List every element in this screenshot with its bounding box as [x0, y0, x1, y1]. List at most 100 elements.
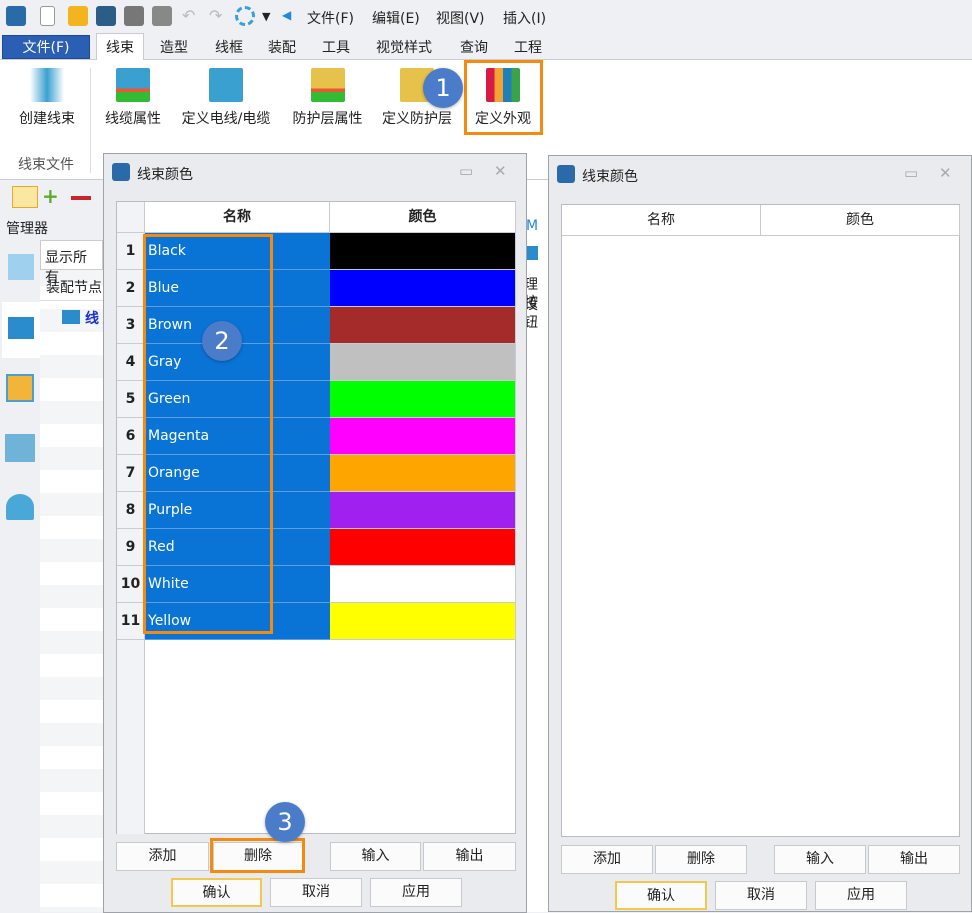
button-label: 线缆属性	[105, 111, 161, 127]
row-number[interactable]: 6	[117, 418, 145, 455]
import-button[interactable]: 输入	[330, 842, 421, 871]
divider	[40, 300, 103, 301]
add-button[interactable]: 添加	[561, 845, 653, 874]
ok-button[interactable]: 确认	[615, 881, 707, 910]
close-icon[interactable]: ✕	[494, 162, 507, 180]
color-swatch-cell[interactable]	[330, 307, 516, 344]
plus-icon[interactable]: +	[42, 186, 59, 206]
cable-properties-button[interactable]: 线缆属性	[102, 60, 164, 135]
row-number[interactable]: 9	[117, 529, 145, 566]
filter-dropdown[interactable]: 显示所有	[40, 240, 103, 286]
export-button[interactable]: 输出	[868, 845, 960, 874]
color-swatch-cell[interactable]	[330, 455, 516, 492]
create-harness-button[interactable]: 创建线束	[15, 60, 79, 135]
save-icon[interactable]	[96, 6, 116, 26]
column-header: 装配节点	[46, 280, 102, 296]
column-header-color[interactable]: 颜色	[761, 205, 960, 236]
component-tree-icon[interactable]	[8, 254, 34, 280]
ok-button[interactable]: 确认	[171, 878, 262, 907]
row-number[interactable]: 10	[117, 566, 145, 603]
add-button[interactable]: 添加	[116, 842, 209, 871]
row-number[interactable]: 5	[117, 381, 145, 418]
dialog-titlebar: 线束颜色 ▭ ✕	[104, 154, 526, 190]
new-file-icon[interactable]	[40, 6, 55, 26]
tab-drawing[interactable]: 工程	[514, 37, 542, 57]
manager-label: 管理器	[6, 221, 48, 237]
tab-assembly[interactable]: 装配	[268, 37, 296, 57]
row-number[interactable]: 8	[117, 492, 145, 529]
row-number[interactable]: 11	[117, 603, 145, 640]
dialog-title: 线束颜色	[137, 167, 193, 183]
close-icon[interactable]: ✕	[939, 164, 952, 182]
row-number[interactable]: 1	[117, 233, 145, 270]
refresh-icon[interactable]	[235, 6, 255, 26]
menu-insert[interactable]: 插入(I)	[503, 8, 546, 28]
arrow-left-icon[interactable]: ◀	[282, 8, 302, 28]
print-icon[interactable]	[124, 6, 144, 26]
divider	[90, 68, 91, 173]
tab-modeling[interactable]: 造型	[160, 37, 188, 57]
comment-icon[interactable]: ▭	[904, 164, 918, 182]
wire-icon	[209, 68, 243, 102]
color-swatch-cell[interactable]	[330, 603, 516, 640]
color-swatch-cell[interactable]	[330, 270, 516, 307]
menu-view[interactable]: 视图(V)	[436, 8, 485, 28]
app-logo-icon	[112, 163, 130, 181]
color-swatch-cell[interactable]	[330, 233, 516, 270]
color-swatch-cell[interactable]	[330, 344, 516, 381]
row-number[interactable]: 7	[117, 455, 145, 492]
row-number[interactable]: 3	[117, 307, 145, 344]
apply-button[interactable]: 应用	[370, 878, 462, 907]
tab-wireframe[interactable]: 线框	[215, 37, 243, 57]
dialog-titlebar: 线束颜色 ▭ ✕	[549, 156, 971, 192]
print-preview-icon[interactable]	[152, 6, 172, 26]
user-icon[interactable]	[6, 494, 34, 520]
app-logo-icon	[6, 6, 26, 26]
file-button[interactable]: 文件(F)	[2, 35, 90, 59]
undo-icon[interactable]: ↶	[182, 6, 202, 26]
open-folder-icon[interactable]	[68, 6, 88, 26]
tab-visual-style[interactable]: 视觉样式	[376, 37, 432, 57]
menu-file[interactable]: 文件(F)	[307, 8, 354, 28]
tab-harness[interactable]: 线束	[96, 33, 144, 61]
part-icon[interactable]	[6, 374, 34, 402]
define-wire-cable-button[interactable]: 定义电线/电缆	[177, 60, 275, 135]
minus-icon[interactable]	[71, 196, 91, 200]
column-header-name[interactable]: 名称	[562, 205, 761, 236]
quick-access-toolbar: ↶ ↷ ▼ ◀ 文件(F) 编辑(E) 视图(V) 插入(I)	[0, 0, 972, 33]
sheath-icon	[310, 68, 345, 102]
group-label: 线束文件	[18, 157, 74, 173]
row-number[interactable]: 4	[117, 344, 145, 381]
highlight-box	[143, 234, 273, 634]
color-swatch-cell[interactable]	[330, 529, 516, 566]
column-header-name[interactable]: 名称	[145, 202, 330, 233]
sheath-properties-button[interactable]: 防护层属性	[289, 60, 366, 135]
color-swatch-cell[interactable]	[330, 566, 516, 603]
manager-panel: + 管理器 显示所有 装配节点 线	[0, 182, 103, 912]
cancel-button[interactable]: 取消	[715, 881, 807, 910]
button-label: 定义防护层	[382, 111, 452, 127]
tab-query[interactable]: 查询	[460, 37, 488, 57]
redo-icon[interactable]: ↷	[209, 6, 229, 26]
select-icon[interactable]	[12, 186, 38, 208]
import-button[interactable]: 输入	[774, 845, 866, 874]
color-swatch-cell[interactable]	[330, 492, 516, 529]
export-button[interactable]: 输出	[423, 842, 516, 871]
color-swatch-cell[interactable]	[330, 381, 516, 418]
cancel-button[interactable]: 取消	[270, 878, 362, 907]
harness-icon	[30, 68, 64, 102]
tab-tools[interactable]: 工具	[322, 37, 350, 57]
color-swatch-cell[interactable]	[330, 418, 516, 455]
delete-button[interactable]: 删除	[655, 845, 747, 874]
column-header-color[interactable]: 颜色	[330, 202, 516, 233]
comment-icon[interactable]: ▭	[459, 162, 473, 180]
bg-text: M	[526, 218, 539, 234]
dropdown-icon[interactable]: ▼	[262, 10, 282, 30]
row-number[interactable]: 2	[117, 270, 145, 307]
image-icon[interactable]	[5, 434, 35, 462]
apply-button[interactable]: 应用	[815, 881, 907, 910]
dialog-title: 线束颜色	[582, 169, 638, 185]
assembly-tab[interactable]	[2, 302, 40, 358]
menu-edit[interactable]: 编辑(E)	[372, 8, 420, 28]
tree-item[interactable]: 线	[85, 308, 99, 328]
